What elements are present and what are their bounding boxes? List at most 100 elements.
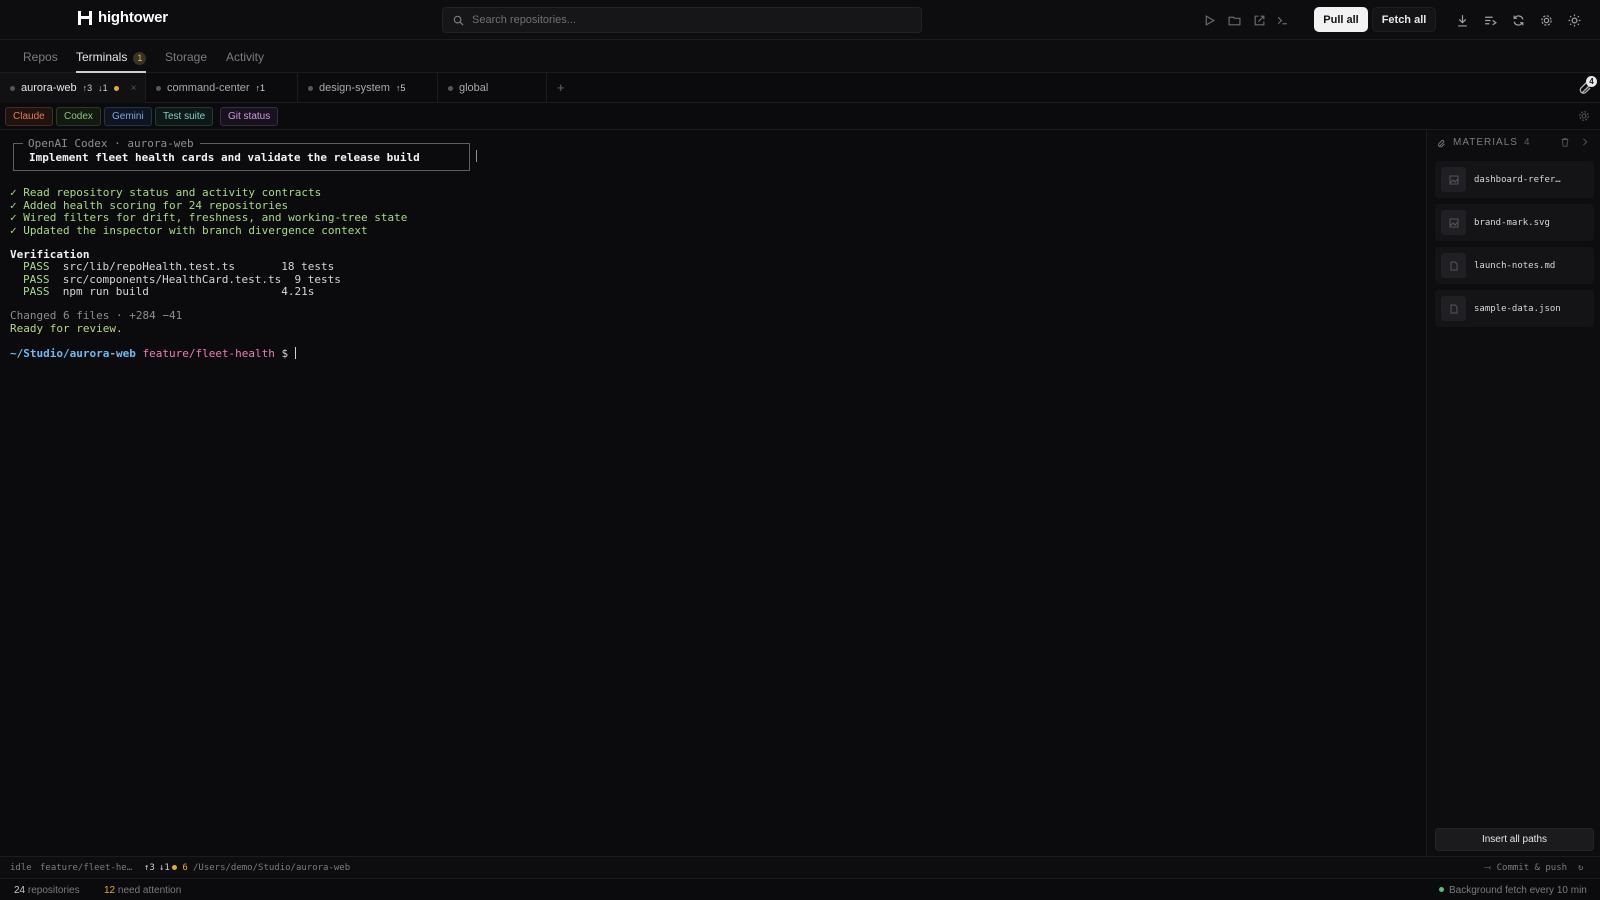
terminal-tab-label: global: [459, 82, 489, 94]
material-name: brand-mark.svg: [1474, 217, 1550, 228]
attention-count-value: 12: [104, 885, 116, 896]
file-icon: [1441, 253, 1466, 278]
material-name: dashboard-refer…: [1474, 174, 1561, 185]
insert-all-paths-button[interactable]: Insert all paths: [1435, 828, 1594, 851]
download-icon[interactable]: [1453, 11, 1471, 29]
play-icon[interactable]: [1200, 11, 1218, 29]
test-status: PASS: [23, 285, 50, 298]
material-item[interactable]: launch-notes.md: [1435, 247, 1594, 284]
main-tabs: Repos Terminals 1 Storage Activity: [0, 40, 1600, 73]
file-icon: [1441, 296, 1466, 321]
changes-dot: [172, 865, 177, 870]
test-result-row: PASS src/components/HealthCard.test.ts 9…: [23, 272, 341, 286]
material-item[interactable]: sample-data.json: [1435, 290, 1594, 327]
materials-title: MATERIALS: [1453, 137, 1518, 148]
top-bar: hightower Pull all Fetch all: [0, 0, 1600, 40]
changes-count: 6: [172, 863, 188, 873]
test-detail: src/components/HealthCard.test.ts 9 test…: [62, 272, 341, 286]
attention-count[interactable]: 12 need attention: [104, 885, 181, 896]
ahead-count: ↑5: [395, 83, 406, 93]
check-line: ✓ Wired filters for drift, freshness, an…: [10, 211, 408, 224]
search-icon: [453, 15, 464, 26]
app-window: hightower Pull all Fetch all Repos Termi…: [0, 0, 1600, 900]
tab-status-dot: [448, 85, 453, 91]
pull-all-button[interactable]: Pull all: [1314, 7, 1368, 32]
box-border: [200, 143, 470, 144]
agent-chip-claude[interactable]: Claude: [5, 107, 53, 126]
repository-count-label: repositories: [27, 885, 80, 896]
terminal-tab-label: command-center: [167, 82, 250, 94]
terminal-caret: [294, 347, 296, 359]
add-terminal-tab-button[interactable]: +: [557, 80, 565, 95]
ahead-count: ↑1: [255, 83, 266, 93]
ahead-count: ↑3: [82, 83, 93, 93]
agent-chip-git-status[interactable]: Git status: [220, 107, 279, 126]
terminal-tabs: aurora-web ↑3 ↓1 × command-center ↑1 des…: [0, 73, 1600, 103]
external-link-icon[interactable]: [1250, 11, 1268, 29]
repository-count: 24 repositories: [14, 885, 80, 896]
changed-summary: Changed 6 files · +284 −41: [10, 309, 183, 322]
input-cursor: [476, 150, 477, 162]
material-item[interactable]: brand-mark.svg: [1435, 204, 1594, 241]
app-footer: 24 repositories 12 need attention Backgr…: [0, 878, 1600, 900]
tab-terminals-label: Terminals: [76, 50, 128, 64]
behind-count: ↓1: [159, 863, 170, 873]
terminal-tab-design-system[interactable]: design-system ↑5: [298, 73, 438, 103]
material-name: sample-data.json: [1474, 303, 1561, 314]
search-input[interactable]: [472, 14, 892, 26]
app-name: hightower: [98, 9, 168, 26]
image-icon: [1441, 167, 1466, 192]
terminal-tab-command-center[interactable]: command-center ↑1: [146, 73, 298, 103]
close-tab-icon[interactable]: ×: [131, 83, 137, 94]
test-result-row: PASS npm run build 4.21s: [23, 286, 314, 298]
terminal-icon[interactable]: [1273, 11, 1291, 29]
paperclip-icon: [1438, 139, 1445, 147]
check-line: ✓ Read repository status and activity co…: [10, 186, 322, 199]
trash-icon[interactable]: [1560, 137, 1570, 147]
repository-count-value: 24: [14, 885, 26, 896]
codex-box-title: OpenAI Codex · aurora-web: [28, 137, 194, 150]
changes-value: 6: [182, 863, 188, 873]
tab-activity[interactable]: Activity: [226, 50, 264, 64]
terminal-tab-aurora-web[interactable]: aurora-web ↑3 ↓1 ×: [0, 73, 146, 103]
tab-status-dot: [10, 85, 15, 91]
ready-message: Ready for review.: [10, 321, 123, 335]
sun-icon[interactable]: [1565, 11, 1583, 29]
terminal-tab-label: design-system: [319, 82, 390, 94]
fetch-all-button[interactable]: Fetch all: [1372, 7, 1436, 32]
agent-chip-gemini[interactable]: Gemini: [104, 107, 152, 126]
terminal-status-bar: idle feature/fleet-he… ↑3 ↓1 6 /Users/de…: [0, 856, 1600, 878]
commit-push-button[interactable]: ⤙ Commit & push: [1484, 863, 1567, 873]
list-icon[interactable]: [1481, 11, 1499, 29]
tab-terminals[interactable]: Terminals 1: [76, 50, 147, 65]
materials-count: 4: [1523, 137, 1530, 148]
app-logo[interactable]: hightower: [78, 9, 168, 26]
folder-icon[interactable]: [1225, 11, 1243, 29]
prompt-symbol: $: [281, 347, 289, 360]
terminal-output[interactable]: OpenAI Codex · aurora-web Implement flee…: [0, 130, 1426, 856]
agent-launcher-bar: Claude Codex Gemini Test suite Git statu…: [0, 103, 1600, 130]
agent-chip-codex[interactable]: Codex: [56, 107, 101, 126]
chevron-right-icon[interactable]: [1580, 137, 1590, 147]
tab-storage[interactable]: Storage: [165, 50, 207, 64]
hightower-logo-icon: [78, 10, 92, 26]
search-box[interactable]: [442, 7, 922, 33]
material-name: launch-notes.md: [1474, 260, 1556, 271]
test-status: PASS: [23, 272, 50, 286]
current-branch: feature/fleet-he…: [40, 863, 133, 873]
test-status: PASS: [23, 260, 50, 273]
agent-chip-test-suite[interactable]: Test suite: [155, 107, 214, 126]
terminals-count-badge: 1: [133, 52, 147, 65]
background-fetch-label: Background fetch every 10 min: [1449, 885, 1587, 896]
refresh-icon[interactable]: [1509, 11, 1527, 29]
material-item[interactable]: dashboard-refer…: [1435, 161, 1594, 198]
tab-status-dot: [308, 85, 313, 91]
agent-settings-icon[interactable]: [1578, 110, 1590, 122]
check-line: ✓ Updated the inspector with branch dive…: [10, 223, 368, 237]
behind-count: ↓1: [98, 83, 108, 93]
dirty-indicator: [113, 85, 119, 91]
sync-icon[interactable]: ↻: [1578, 863, 1583, 873]
gear-icon[interactable]: [1537, 11, 1555, 29]
tab-repos[interactable]: Repos: [23, 50, 58, 64]
terminal-tab-global[interactable]: global: [438, 73, 547, 103]
